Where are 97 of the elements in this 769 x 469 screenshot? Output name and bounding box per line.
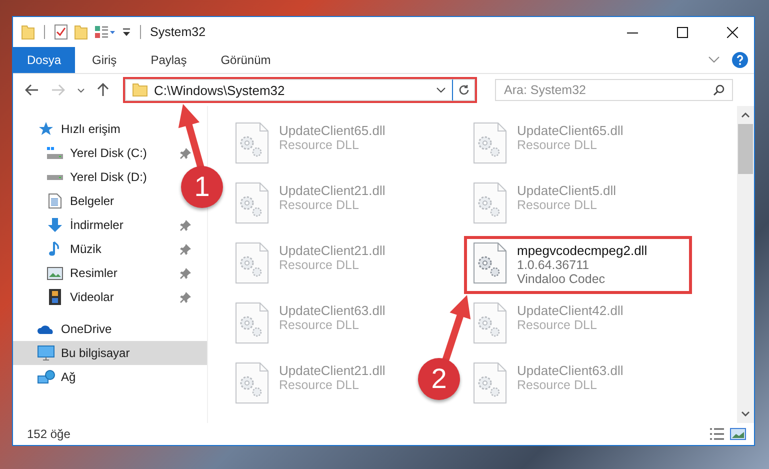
- file-item[interactable]: mpegvcodecmpeg2.dll 1.0.64.36711 Vindaloo Codec: [464, 236, 692, 294]
- file-name: UpdateClient65.dll: [517, 123, 624, 138]
- pin-icon[interactable]: [180, 220, 191, 230]
- scrollbar[interactable]: [737, 106, 754, 423]
- gear-file-icon: [235, 122, 269, 164]
- gear-file-icon: [235, 242, 269, 284]
- file-name: UpdateClient21.dll: [279, 183, 386, 198]
- pin-icon[interactable]: [180, 148, 191, 158]
- refresh-icon: [458, 84, 470, 96]
- sidebar-item[interactable]: Müzik: [46, 237, 108, 261]
- large-icons-view-icon[interactable]: [730, 427, 746, 441]
- properties-icon[interactable]: [94, 25, 116, 39]
- sidebar-label: Belgeler: [70, 194, 114, 208]
- expand-ribbon-icon[interactable]: [708, 56, 720, 64]
- file-detail: Resource DLL: [279, 198, 360, 212]
- sidebar-item[interactable]: İndirmeler: [46, 213, 130, 237]
- file-detail: Resource DLL: [279, 318, 360, 332]
- address-field[interactable]: C:\Windows\System32: [125, 79, 453, 101]
- up-arrow-icon[interactable]: [97, 83, 109, 97]
- gear-file-icon: [473, 362, 507, 404]
- drive-icon: [46, 146, 64, 160]
- sidebar-item[interactable]: Yerel Disk (D:): [46, 165, 153, 189]
- picture-icon: [47, 266, 63, 280]
- sidebar-label: Hızlı erişim: [61, 122, 120, 136]
- sidebar-item[interactable]: Resimler: [46, 261, 124, 285]
- item-count: 152 öğe: [27, 427, 70, 441]
- music-note-icon: [48, 241, 62, 257]
- sidebar-item[interactable]: OneDrive: [37, 317, 118, 341]
- sidebar-label: OneDrive: [61, 322, 112, 336]
- file-name: UpdateClient63.dll: [279, 303, 386, 318]
- window-title: System32: [150, 25, 206, 39]
- sidebar-label: Resimler: [70, 266, 118, 280]
- file-name: UpdateClient63.dll: [517, 363, 624, 378]
- gear-file-icon: [235, 362, 269, 404]
- gear-file-icon: [473, 182, 507, 224]
- ribbon-tab[interactable]: Giriş: [75, 47, 134, 73]
- download-arrow-icon: [47, 217, 63, 233]
- file-detail: Resource DLL: [279, 138, 360, 152]
- sidebar-item[interactable]: Belgeler: [46, 189, 120, 213]
- star-icon: [38, 121, 54, 137]
- file-name: UpdateClient65.dll: [279, 123, 386, 138]
- monitor-icon: [37, 345, 55, 361]
- sidebar-label: Müzik: [70, 242, 102, 256]
- file-detail: Resource DLL: [517, 318, 598, 332]
- film-strip-icon: [48, 289, 62, 305]
- sidebar-label: Ağ: [61, 370, 76, 384]
- drive-icon: [46, 173, 64, 181]
- ribbon-tab[interactable]: Görünüm: [204, 47, 288, 73]
- folder-icon: [132, 83, 148, 97]
- file-detail: Resource DLL: [279, 258, 360, 272]
- cloud-icon: [37, 324, 55, 334]
- sidebar-label: Bu bilgisayar: [61, 346, 130, 360]
- file-detail: Resource DLL: [279, 378, 360, 392]
- recent-caret-icon[interactable]: [77, 88, 85, 92]
- file-name: UpdateClient21.dll: [279, 363, 386, 378]
- customize-caret-icon[interactable]: [122, 27, 131, 37]
- file-detail: 1.0.64.36711: [517, 258, 590, 272]
- scroll-down-icon[interactable]: [741, 411, 750, 417]
- back-arrow-icon[interactable]: [25, 84, 39, 96]
- file-name: UpdateClient42.dll: [517, 303, 624, 318]
- sidebar-label: Yerel Disk (C:): [70, 146, 147, 160]
- file-detail: Resource DLL: [517, 198, 598, 212]
- sidebar-item[interactable]: Yerel Disk (C:): [46, 141, 153, 165]
- checklist-icon[interactable]: [54, 24, 68, 40]
- network-icon: [37, 369, 55, 385]
- details-view-icon[interactable]: [709, 427, 725, 441]
- sidebar-item[interactable]: Ağ: [37, 365, 82, 389]
- ribbon-tab[interactable]: Paylaş: [134, 47, 204, 73]
- file-name: UpdateClient21.dll: [279, 243, 386, 258]
- document-icon: [48, 193, 62, 209]
- file-detail: Resource DLL: [517, 378, 598, 392]
- file-name: mpegvcodecmpeg2.dll: [517, 243, 648, 258]
- close-icon: [726, 26, 738, 38]
- sidebar-item[interactable]: Bu bilgisayar: [13, 341, 207, 365]
- sidebar-item[interactable]: Hızlı erişim: [37, 117, 126, 141]
- file-menu-tab[interactable]: Dosya: [13, 47, 76, 73]
- dropdown-caret-icon[interactable]: [436, 87, 446, 93]
- gear-file-icon: [235, 182, 269, 224]
- pin-icon[interactable]: [180, 268, 191, 278]
- sidebar-label: Videolar: [70, 290, 114, 304]
- gear-file-icon: [473, 242, 507, 284]
- gear-file-icon: [235, 302, 269, 344]
- help-icon[interactable]: [732, 52, 748, 68]
- sidebar-label: Yerel Disk (D:): [70, 170, 147, 184]
- file-detail: Resource DLL: [517, 138, 598, 152]
- gear-file-icon: [473, 302, 507, 344]
- gear-file-icon: [473, 122, 507, 164]
- refresh-button[interactable]: [453, 79, 475, 101]
- sidebar-item[interactable]: Videolar: [46, 285, 120, 309]
- scrollbar-thumb[interactable]: [738, 124, 753, 174]
- pin-icon[interactable]: [180, 244, 191, 254]
- scroll-up-icon[interactable]: [741, 112, 750, 118]
- file-name: UpdateClient5.dll: [517, 183, 616, 198]
- file-detail: Vindaloo Codec: [517, 272, 606, 286]
- maximize-icon: [676, 26, 688, 38]
- sidebar-label: İndirmeler: [70, 218, 124, 232]
- pin-icon[interactable]: [180, 292, 191, 302]
